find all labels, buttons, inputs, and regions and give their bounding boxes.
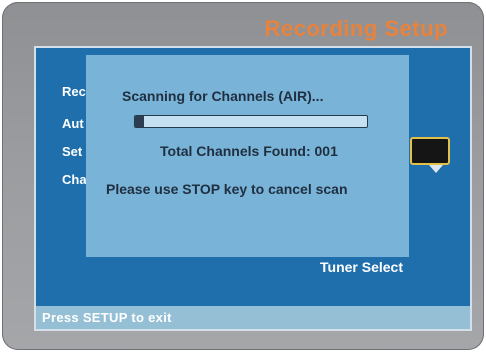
cancel-hint-text: Please use STOP key to cancel scan <box>106 181 348 197</box>
status-bar: Press SETUP to exit <box>36 306 470 329</box>
dialog-title: Scanning for Channels (AIR)... <box>122 88 324 104</box>
menu-item-set[interactable]: Set <box>62 144 82 159</box>
scan-progress-bar <box>134 115 368 128</box>
scan-progress-fill <box>135 116 145 127</box>
status-text: Press SETUP to exit <box>42 310 172 325</box>
menu-item-record[interactable]: Rec <box>62 84 86 99</box>
scan-dialog: Scanning for Channels (AIR)... Total Cha… <box>86 55 409 257</box>
tuner-select-label: Tuner Select <box>320 259 403 275</box>
screen-title: Recording Setup <box>264 16 448 41</box>
channels-found-text: Total Channels Found: 001 <box>160 143 338 159</box>
tuner-dropdown[interactable] <box>410 137 450 165</box>
menu-item-auto[interactable]: Aut <box>62 116 84 131</box>
menu-item-channel[interactable]: Cha <box>62 172 87 187</box>
chevron-down-icon[interactable] <box>429 165 443 173</box>
tv-frame: Recording Setup Rec Aut Set Cha Tuner Se… <box>2 2 484 350</box>
